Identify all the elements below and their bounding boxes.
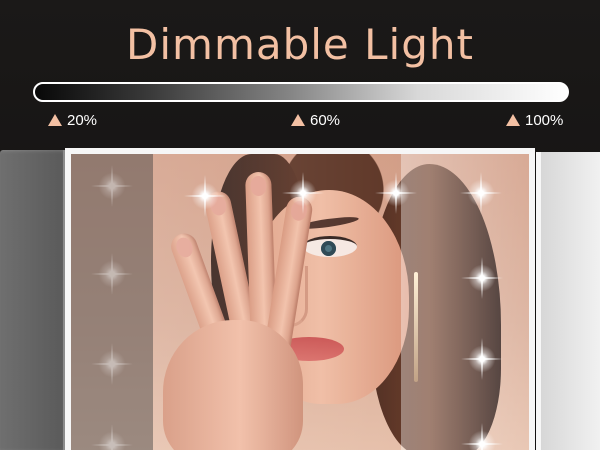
led-light-icon: [468, 423, 496, 450]
led-light-icon: [468, 338, 496, 380]
brightness-level-60: 60%: [291, 112, 340, 130]
medium-mirror-section: [153, 154, 401, 450]
led-light-icon: [191, 175, 219, 217]
led-light-icon: [468, 257, 496, 299]
brightness-level-100: 100%: [506, 112, 563, 130]
brightness-gradient-bar: [33, 82, 569, 102]
triangle-up-icon: [291, 114, 305, 126]
left-mirror-panel: [0, 150, 68, 450]
triangle-up-icon: [506, 114, 520, 126]
triangle-up-icon: [48, 114, 62, 126]
led-light-icon: [289, 172, 317, 214]
brightness-level-label: 20%: [67, 112, 98, 129]
brightness-level-20: 20%: [48, 112, 97, 130]
right-mirror-panel: [536, 152, 600, 450]
led-light-icon: [467, 172, 495, 214]
brightness-level-label: 100%: [525, 112, 564, 129]
brightness-level-label: 60%: [310, 112, 341, 129]
led-light-icon: [98, 165, 126, 207]
dimmable-light-banner: Dimmable Light 20% 60% 100%: [0, 0, 600, 450]
led-light-icon: [98, 343, 126, 385]
lighted-mirror-scene: [0, 148, 600, 450]
led-light-icon: [382, 172, 410, 214]
page-title: Dimmable Light: [126, 20, 474, 69]
led-light-icon: [98, 253, 126, 295]
